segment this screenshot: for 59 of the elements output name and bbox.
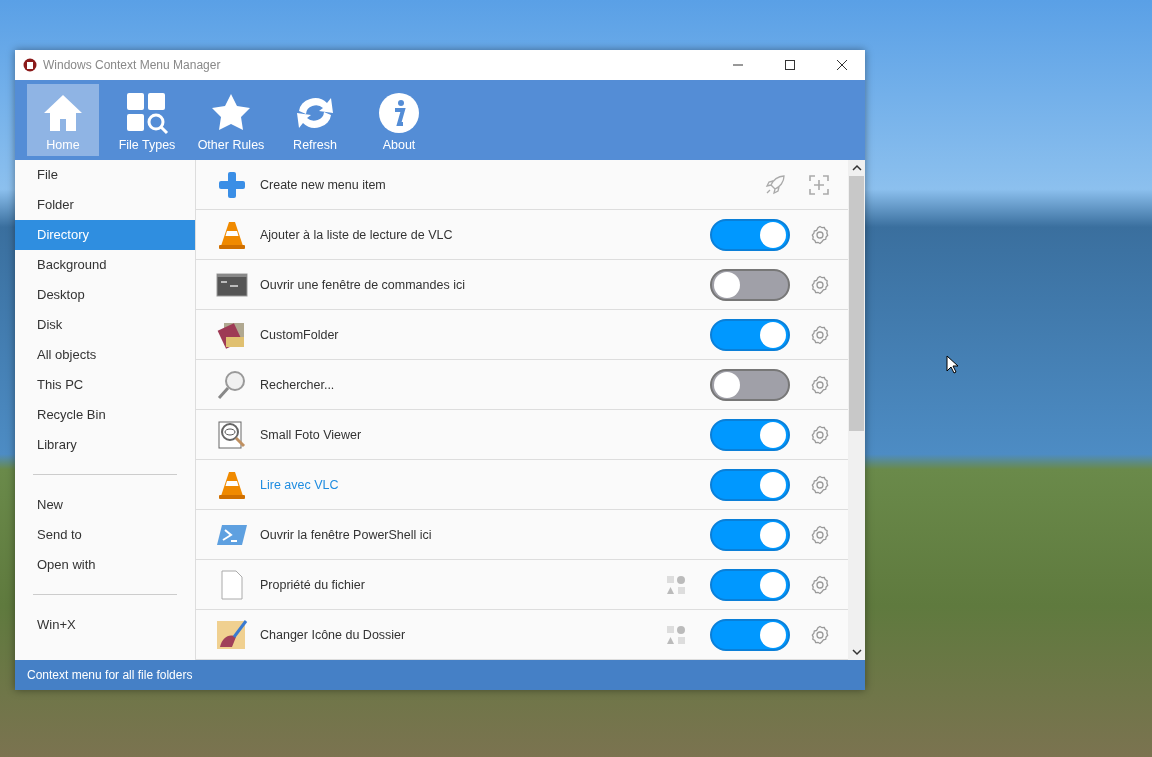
window-title: Windows Context Menu Manager <box>43 58 222 72</box>
settings-icon[interactable] <box>810 274 830 295</box>
menu-item-label: Changer Icône du Dossier <box>260 627 407 642</box>
toggle-switch[interactable] <box>710 418 790 451</box>
settings-icon[interactable] <box>810 624 830 645</box>
toggle-switch[interactable] <box>710 368 790 401</box>
settings-icon[interactable] <box>810 324 830 345</box>
grid-search-icon <box>125 91 169 135</box>
toggle-switch[interactable] <box>710 318 790 351</box>
settings-icon[interactable] <box>810 224 830 245</box>
sidebar-item[interactable]: Open with <box>15 550 195 580</box>
menu-item-label: Small Foto Viewer <box>260 427 363 442</box>
toggle-switch[interactable] <box>710 468 790 501</box>
settings-icon[interactable] <box>810 374 830 395</box>
shapes-icon[interactable] <box>666 624 686 645</box>
mouse-cursor-icon <box>946 355 958 374</box>
add-icon[interactable] <box>808 173 830 196</box>
sidebar-item[interactable]: Desktop <box>15 280 195 310</box>
sidebar-item[interactable]: File <box>15 160 195 190</box>
sidebar-item[interactable]: Library <box>15 430 195 460</box>
toggle-switch[interactable] <box>710 268 790 301</box>
brush-icon <box>216 618 248 651</box>
menu-item-label: Rechercher... <box>260 377 336 392</box>
magnifier-icon <box>216 368 248 401</box>
shapes-icon[interactable] <box>666 574 686 595</box>
scrollbar-thumb[interactable] <box>849 176 864 431</box>
settings-icon[interactable] <box>810 524 830 545</box>
sidebar-item[interactable]: Send to <box>15 520 195 550</box>
sidebar-item[interactable]: Background <box>15 250 195 280</box>
rocket-icon[interactable] <box>764 173 786 196</box>
info-icon <box>377 91 421 135</box>
menu-item-label: Ouvrir la fenêtre PowerShell ici <box>260 527 433 542</box>
menu-item-label: Ajouter à la liste de lecture de VLC <box>260 227 454 242</box>
settings-icon[interactable] <box>810 474 830 495</box>
sidebar-item[interactable]: This PC <box>15 370 195 400</box>
sidebar-item[interactable]: Folder <box>15 190 195 220</box>
scroll-up-icon[interactable] <box>851 163 862 173</box>
menu-item-label: CustomFolder <box>260 327 340 342</box>
sidebar-item[interactable]: Recycle Bin <box>15 400 195 430</box>
maximize-icon[interactable] <box>785 60 795 70</box>
menu-item-label: Lire avec VLC <box>260 477 340 492</box>
status-bar: Context menu for all file folders <box>15 660 865 690</box>
sidebar-item[interactable]: New <box>15 490 195 520</box>
close-icon[interactable] <box>837 60 847 70</box>
app-logo-icon <box>23 58 37 72</box>
settings-icon[interactable] <box>810 574 830 595</box>
menu-item-label: Ouvrir une fenêtre de commandes ici <box>260 277 466 292</box>
toggle-switch[interactable] <box>710 618 790 651</box>
toggle-switch[interactable] <box>710 568 790 601</box>
menu-item-label: Propriété du fichier <box>260 577 366 592</box>
create-item-label[interactable]: Create new menu item <box>260 177 752 192</box>
sidebar-item[interactable]: All objects <box>15 340 195 370</box>
sidebar-item[interactable]: Disk <box>15 310 195 340</box>
eye-magnifier-icon <box>216 418 248 451</box>
toggle-switch[interactable] <box>710 218 790 251</box>
scroll-down-icon[interactable] <box>851 647 862 657</box>
toggle-switch[interactable] <box>710 518 790 551</box>
settings-icon[interactable] <box>810 424 830 445</box>
sidebar-item[interactable]: Win+X <box>15 610 195 640</box>
